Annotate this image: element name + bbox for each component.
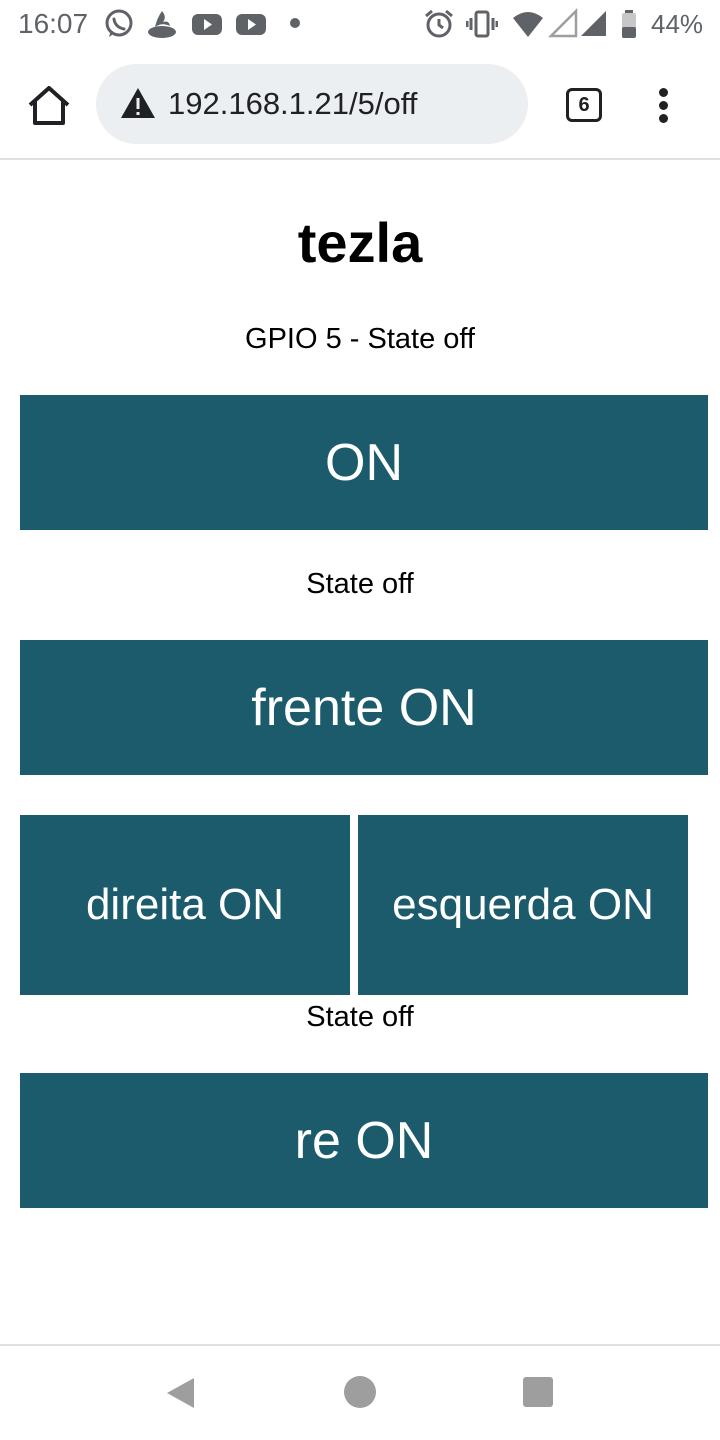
direita-on-button[interactable]: direita ON (20, 815, 350, 995)
on-button[interactable]: ON (20, 395, 708, 530)
status-bar: 16:07 44% (0, 0, 720, 50)
alarm-icon (425, 9, 453, 38)
youtube-icon (236, 14, 266, 35)
vibrate-icon (466, 10, 498, 38)
esquerda-on-button[interactable]: esquerda ON (358, 815, 688, 995)
signal-icon (548, 8, 578, 38)
warning-icon[interactable] (120, 86, 156, 120)
home-icon[interactable] (26, 84, 72, 126)
re-on-button[interactable]: re ON (20, 1073, 708, 1208)
youtube-icon (192, 14, 222, 35)
address-bar[interactable]: 192.168.1.21/5/off (96, 64, 528, 144)
battery-percentage: 44% (651, 9, 704, 39)
page-title: tezla (297, 211, 423, 274)
santander-icon (148, 11, 176, 38)
frente-on-button[interactable]: frente ON (20, 640, 708, 775)
state-text: State off (306, 568, 414, 600)
navigation-bar (0, 1344, 720, 1440)
url-text[interactable]: 192.168.1.21/5/off (168, 86, 417, 122)
overflow-menu-icon[interactable] (650, 86, 678, 126)
signal-icon (581, 11, 606, 36)
gpio-state-text: GPIO 5 - State off (245, 323, 475, 355)
home-circle-icon[interactable] (344, 1376, 376, 1408)
state-text: State off (306, 1001, 414, 1033)
tabs-icon[interactable]: 6 (566, 88, 602, 122)
battery-icon (622, 10, 636, 38)
recents-icon[interactable] (523, 1377, 553, 1407)
more-notifications-dot (290, 18, 300, 28)
whatsapp-icon (105, 9, 133, 37)
back-icon[interactable] (164, 1376, 196, 1410)
browser-toolbar: 192.168.1.21/5/off 6 (0, 50, 720, 160)
wifi-icon (513, 12, 543, 37)
status-time: 16:07 (18, 8, 89, 39)
